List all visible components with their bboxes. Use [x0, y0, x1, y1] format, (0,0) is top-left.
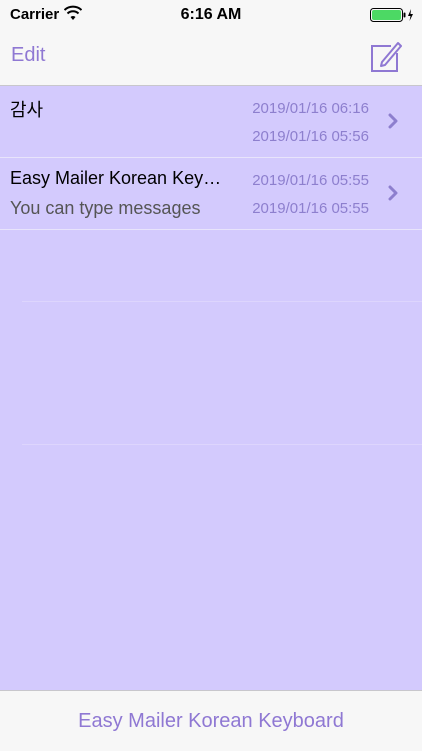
chevron-right-icon — [388, 185, 398, 201]
compose-icon[interactable] — [369, 38, 403, 74]
status-bar: Carrier 6:16 AM — [0, 0, 422, 32]
item-title: 감사 — [10, 100, 44, 120]
item-subtitle: You can type messages — [10, 198, 201, 218]
list-item[interactable]: 감사 2019/01/16 06:16 2019/01/16 05:56 — [0, 86, 422, 158]
navigation-bar: Edit — [0, 32, 422, 86]
list-item[interactable]: Easy Mailer Korean Keyboard You can type… — [0, 158, 422, 230]
item-modified-date: 2019/01/16 06:16 — [252, 100, 369, 117]
battery-icon — [370, 8, 413, 22]
divider — [22, 301, 422, 302]
chevron-right-icon — [388, 113, 398, 129]
item-created-date: 2019/01/16 05:55 — [252, 200, 369, 217]
charging-bolt-icon — [408, 9, 413, 21]
divider — [22, 444, 422, 445]
item-title: Easy Mailer Korean Keyboard — [10, 168, 225, 188]
bottom-bar: Easy Mailer Korean Keyboard — [0, 690, 422, 751]
item-modified-date: 2019/01/16 05:55 — [252, 172, 369, 189]
item-created-date: 2019/01/16 05:56 — [252, 128, 369, 145]
edit-button[interactable]: Edit — [11, 44, 45, 67]
status-time: 6:16 AM — [180, 6, 242, 23]
app-title-button[interactable]: Easy Mailer Korean Keyboard — [0, 710, 422, 733]
message-list: 감사 2019/01/16 06:16 2019/01/16 05:56 Eas… — [0, 86, 422, 230]
